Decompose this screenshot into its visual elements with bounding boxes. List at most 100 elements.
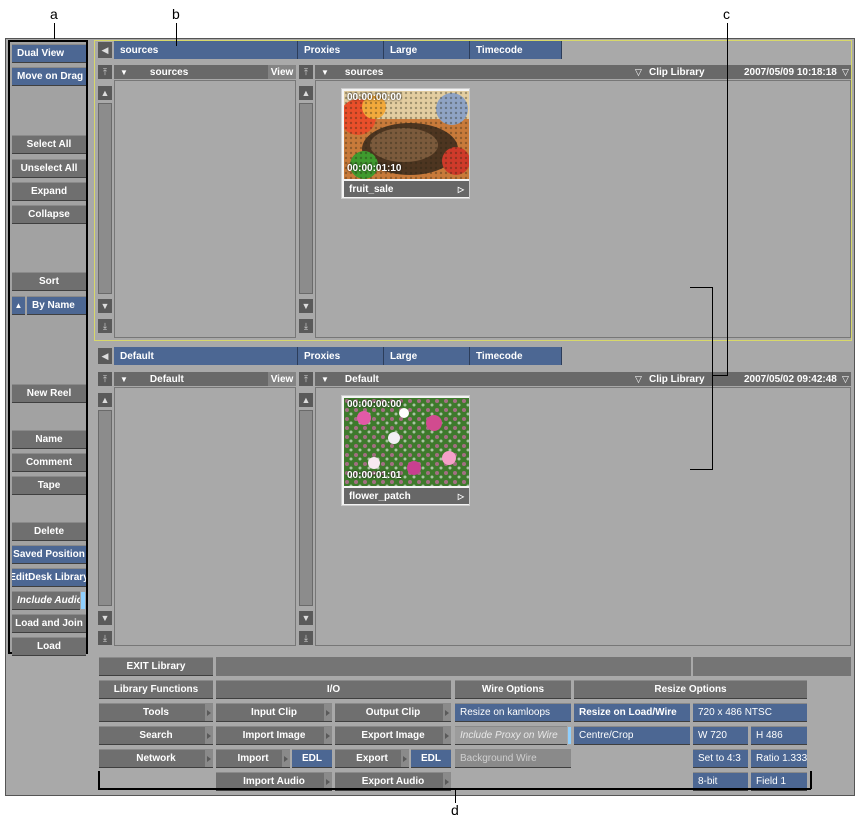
editdesk-library-button[interactable]: EditDesk Library: [12, 568, 86, 587]
top-datetime-arrow-icon[interactable]: ▽: [842, 65, 849, 79]
flower-patch-image: 00:00:00:00 00:00:01:01: [344, 398, 469, 486]
flower-patch-expand-icon[interactable]: ▷: [458, 492, 464, 501]
bottom-tree-scroll-bottom-icon[interactable]: ⤓: [98, 631, 112, 645]
resize-options-header: Resize Options: [574, 680, 807, 699]
clip-thumbnail-flower-patch[interactable]: 00:00:00:00 00:00:01:01 flower_patch ▷: [341, 395, 470, 506]
format-dropdown[interactable]: 720 x 486 NTSC: [693, 703, 807, 722]
by-name-button[interactable]: By Name: [27, 296, 86, 315]
ratio-field[interactable]: Ratio 1.333: [751, 749, 807, 768]
top-clip-scroll-bottom-icon[interactable]: ⤓: [299, 319, 313, 333]
bottom-tree-title: Default: [149, 373, 184, 385]
include-audio-toggle[interactable]: Include Audio: [12, 591, 80, 610]
set-to-button[interactable]: Set to 4:3: [693, 749, 748, 768]
search-button[interactable]: Search: [99, 726, 213, 745]
top-tree-scroll-up-icon[interactable]: ▲: [98, 86, 112, 100]
import-image-button[interactable]: Import Image: [216, 726, 332, 745]
bottom-collapse-arrow-icon[interactable]: ◀: [98, 348, 112, 364]
input-clip-button[interactable]: Input Clip: [216, 703, 332, 722]
sort-direction-icon[interactable]: ▲: [12, 296, 25, 315]
new-reel-button[interactable]: New Reel: [12, 384, 86, 403]
fruit-sale-tc-end: 00:00:01:10: [347, 163, 402, 174]
expand-button[interactable]: Expand: [12, 182, 86, 201]
bottom-datetime-arrow-icon[interactable]: ▽: [842, 372, 849, 386]
top-clip-scroll-top-icon[interactable]: ⤒: [299, 65, 313, 79]
bottom-clip-dropdown-icon[interactable]: ▼: [321, 375, 329, 384]
bottom-clip-scroll-top-icon[interactable]: ⤒: [299, 372, 313, 386]
width-field[interactable]: W 720: [693, 726, 748, 745]
export-image-button[interactable]: Export Image: [335, 726, 451, 745]
top-tree-panel[interactable]: [114, 80, 296, 338]
export-button[interactable]: Export: [335, 749, 409, 768]
comment-button[interactable]: Comment: [12, 453, 86, 472]
top-collapse-arrow-icon[interactable]: ◀: [98, 42, 112, 58]
bottom-tree-panel[interactable]: [114, 387, 296, 646]
bottom-clip-scroll-bottom-icon[interactable]: ⤓: [299, 631, 313, 645]
include-proxy-on-wire-toggle[interactable]: Include Proxy on Wire: [455, 726, 567, 745]
top-tree-scroll-down-icon[interactable]: ▼: [98, 299, 112, 313]
top-tree-scrollbar[interactable]: [98, 103, 112, 294]
bottom-tree-scroll-up-icon[interactable]: ▲: [98, 393, 112, 407]
sidebar: Dual View Move on Drag Select All Unsele…: [8, 40, 88, 656]
top-clip-scroll-down-icon[interactable]: ▼: [299, 299, 313, 313]
bottom-tree-scroll-down-icon[interactable]: ▼: [98, 611, 112, 625]
bottom-timecode-tab[interactable]: Timecode: [470, 347, 562, 365]
export-edl-button[interactable]: EDL: [411, 749, 451, 768]
output-clip-button[interactable]: Output Clip: [335, 703, 451, 722]
include-proxy-indicator: [568, 727, 571, 744]
bottom-library-name[interactable]: Default: [114, 347, 298, 365]
resize-on-kamloops-button[interactable]: Resize on kamloops: [455, 703, 571, 722]
callout-a-line: [54, 23, 55, 39]
import-button[interactable]: Import: [216, 749, 290, 768]
bottom-clip-scrollbar[interactable]: [299, 410, 313, 606]
bottom-proxies-tab[interactable]: Proxies: [298, 347, 384, 365]
top-clip-scroll-up-icon[interactable]: ▲: [299, 86, 313, 100]
top-proxies-tab[interactable]: Proxies: [298, 41, 384, 59]
load-and-join-button[interactable]: Load and Join: [12, 614, 86, 633]
tools-button[interactable]: Tools: [99, 703, 213, 722]
saved-position-button[interactable]: Saved Position: [12, 545, 86, 564]
collapse-button[interactable]: Collapse: [12, 205, 86, 224]
top-tree-scroll-top-icon[interactable]: ⤒: [98, 65, 112, 79]
exit-library-button[interactable]: EXIT Library: [99, 657, 213, 676]
top-tree-scroll-bottom-icon[interactable]: ⤓: [98, 319, 112, 333]
sort-button[interactable]: Sort: [12, 272, 86, 291]
move-on-drag-button[interactable]: Move on Drag: [12, 67, 86, 86]
top-clip-library-arrow-icon[interactable]: ▽: [635, 65, 642, 79]
bottom-view-button[interactable]: View: [268, 372, 296, 386]
dual-view-button[interactable]: Dual View: [12, 44, 86, 63]
top-clip-scrollbar[interactable]: [299, 103, 313, 294]
bottom-tree-scrollbar[interactable]: [98, 410, 112, 606]
bottom-tree-dropdown-icon[interactable]: ▼: [120, 375, 128, 384]
message-bar: [216, 657, 691, 676]
bottom-tree-scroll-top-icon[interactable]: ⤒: [98, 372, 112, 386]
height-field[interactable]: H 486: [751, 726, 807, 745]
name-button[interactable]: Name: [12, 430, 86, 449]
tape-button[interactable]: Tape: [12, 476, 86, 495]
bottom-datetime: 2007/05/02 09:42:48: [744, 373, 837, 385]
fruit-sale-expand-icon[interactable]: ▷: [458, 185, 464, 194]
top-view-button[interactable]: View: [268, 65, 296, 79]
delete-button[interactable]: Delete: [12, 522, 86, 541]
top-large-tab[interactable]: Large: [384, 41, 470, 59]
callout-c-bracket-top: [690, 287, 713, 288]
load-button[interactable]: Load: [12, 637, 86, 656]
top-timecode-tab[interactable]: Timecode: [470, 41, 562, 59]
resize-on-load-wire-button[interactable]: Resize on Load/Wire: [574, 703, 690, 722]
unselect-all-button[interactable]: Unselect All: [12, 159, 86, 178]
flower-patch-tc-start: 00:00:00:00: [347, 399, 402, 410]
callout-c-line: [727, 23, 728, 375]
bottom-large-tab[interactable]: Large: [384, 347, 470, 365]
bottom-clip-library-arrow-icon[interactable]: ▽: [635, 372, 642, 386]
top-clip-dropdown-icon[interactable]: ▼: [321, 68, 329, 77]
callout-b-line: [176, 23, 177, 46]
clip-thumbnail-fruit-sale[interactable]: 00:00:00:00 00:00:01:10 fruit_sale ▷: [341, 88, 470, 199]
select-all-button[interactable]: Select All: [12, 135, 86, 154]
top-tree-dropdown-icon[interactable]: ▼: [120, 68, 128, 77]
import-edl-button[interactable]: EDL: [292, 749, 332, 768]
network-button[interactable]: Network: [99, 749, 213, 768]
background-wire-button[interactable]: Background Wire: [455, 749, 571, 768]
bottom-clip-scroll-down-icon[interactable]: ▼: [299, 611, 313, 625]
bottom-clip-scroll-up-icon[interactable]: ▲: [299, 393, 313, 407]
centre-crop-button[interactable]: Centre/Crop: [574, 726, 690, 745]
top-library-name[interactable]: sources: [114, 41, 298, 59]
